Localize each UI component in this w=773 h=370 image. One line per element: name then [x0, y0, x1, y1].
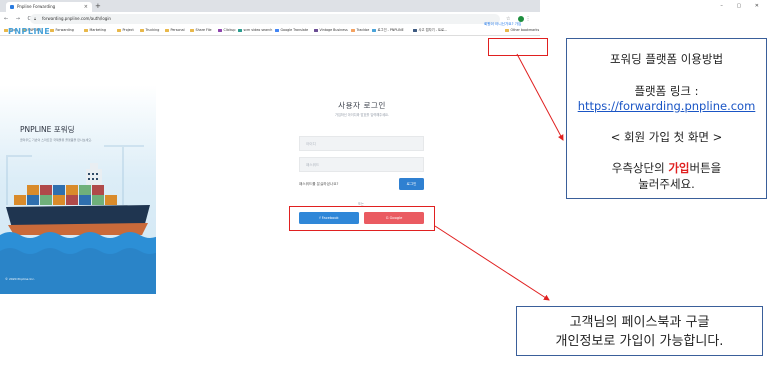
social-login-note: 고객님의 페이스북과 구글 개인정보로 가입이 가능합니다.: [516, 306, 763, 356]
note-link-label: 플랫폼 링크 :: [634, 84, 699, 98]
note-instruction: 우측상단의 가입버튼을: [611, 161, 722, 175]
platform-link[interactable]: https://forwarding.pnpline.com: [578, 99, 756, 113]
note-screen-name: < 회원 가입 첫 화면 >: [610, 130, 723, 144]
note2-line1: 고객님의 페이스북과 구글: [569, 315, 710, 330]
arrow-to-note2: [434, 225, 550, 301]
arrow-to-note1: [516, 53, 564, 141]
signup-highlight-word: 가입: [668, 161, 690, 175]
note2-line2: 개인정보로 가입이 가능합니다.: [555, 334, 724, 349]
instruction-note: 포워딩 플랫폼 이용방법 플랫폼 링크 : https://forwarding…: [566, 38, 767, 199]
note-title: 포워딩 플랫폼 이용방법: [609, 52, 724, 66]
note-instruction-line2: 눌러주세요.: [638, 177, 695, 191]
